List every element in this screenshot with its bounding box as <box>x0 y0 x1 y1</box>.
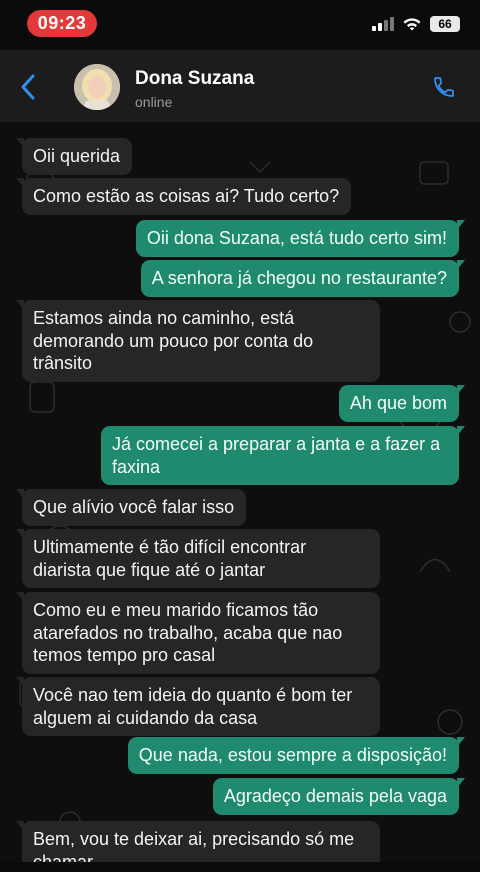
message-incoming[interactable]: Oii querida <box>15 138 133 175</box>
message-incoming[interactable]: Estamos ainda no caminho, está demorando… <box>16 300 380 382</box>
message-outgoing[interactable]: Agradeço demais pela vaga <box>212 778 466 815</box>
message-incoming[interactable]: Bem, vou te deixar ai, precisando só me … <box>16 821 380 862</box>
message-outgoing[interactable]: Oii dona Suzana, está tudo certo sim! <box>135 220 466 257</box>
battery-indicator: 66 <box>430 16 460 32</box>
signal-icon <box>372 17 394 31</box>
chevron-left-icon[interactable] <box>20 74 36 100</box>
status-time: 09:23 <box>27 10 97 37</box>
message-incoming[interactable]: Você nao tem ideia do quanto é bom ter a… <box>16 677 380 736</box>
message-incoming[interactable]: Ultimamente é tão difícil encontrar diar… <box>16 529 380 588</box>
chat-header: Dona Suzana online <box>0 50 480 122</box>
bottom-bar <box>0 862 480 872</box>
wifi-icon <box>403 17 421 30</box>
contact-name[interactable]: Dona Suzana <box>135 68 254 90</box>
contact-status: online <box>135 94 173 110</box>
message-incoming[interactable]: Que alívio você falar isso <box>15 489 247 526</box>
message-incoming[interactable]: Como estão as coisas ai? Tudo certo? <box>15 178 352 215</box>
message-outgoing[interactable]: Já comecei a preparar a janta e a fazer … <box>101 426 465 485</box>
status-bar: 09:23 66 <box>0 0 480 50</box>
message-list[interactable]: Oii querida Como estão as coisas ai? Tud… <box>0 122 480 862</box>
message-outgoing[interactable]: Ah que bom <box>338 385 466 422</box>
contact-avatar[interactable] <box>74 64 120 110</box>
status-icons: 66 <box>372 16 460 32</box>
message-outgoing[interactable]: Que nada, estou sempre a disposição! <box>127 737 466 774</box>
message-outgoing[interactable]: A senhora já chegou no restaurante? <box>140 260 466 297</box>
phone-icon[interactable] <box>432 74 456 100</box>
message-incoming[interactable]: Como eu e meu marido ficamos tão atarefa… <box>16 592 380 674</box>
